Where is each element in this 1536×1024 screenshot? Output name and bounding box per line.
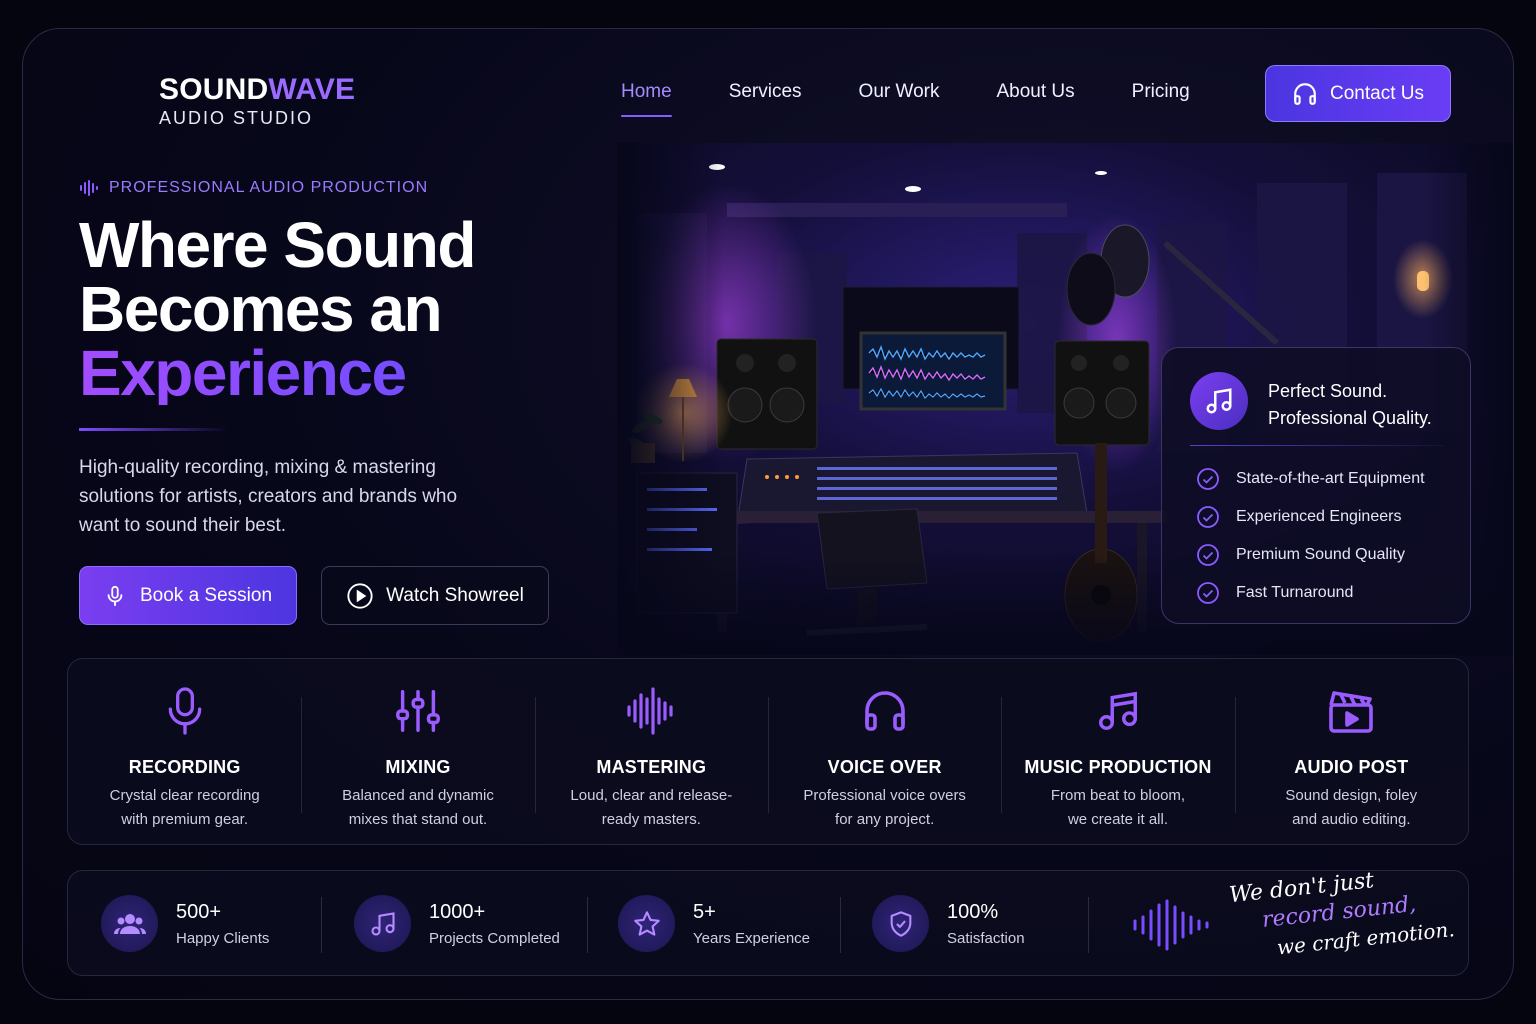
star-icon xyxy=(618,895,675,952)
nav-home[interactable]: Home xyxy=(621,81,672,117)
soundwave-logo-icon xyxy=(71,65,139,137)
service-music-production[interactable]: MUSIC PRODUCTION From beat to bloom, we c… xyxy=(1001,659,1234,844)
stat-years: 5+ Years Experience xyxy=(618,895,810,952)
nav-pricing[interactable]: Pricing xyxy=(1132,81,1190,117)
feature-item: Experienced Engineers xyxy=(1196,498,1425,536)
main-nav: Home Services Our Work About Us Pricing xyxy=(621,81,1247,117)
check-circle-icon xyxy=(1197,506,1219,528)
tagline: We don't just record sound, we craft emo… xyxy=(1222,859,1456,966)
stat-value: 500+ xyxy=(176,900,222,923)
services-panel: RECORDING Crystal clear recording with pr… xyxy=(67,658,1469,845)
sliders-icon xyxy=(301,685,534,737)
stat-divider xyxy=(1088,897,1089,953)
hero-headline: Where Sound Becomes an Experience xyxy=(79,209,476,405)
stat-label: Years Experience xyxy=(693,929,811,947)
eyebrow-text: PROFESSIONAL AUDIO PRODUCTION xyxy=(109,179,429,196)
stat-label: Satisfaction xyxy=(947,929,1025,947)
microphone-icon xyxy=(68,685,301,737)
service-mixing[interactable]: MIXING Balanced and dynamic mixes that st… xyxy=(301,659,534,844)
feature-label: Fast Turnaround xyxy=(1236,584,1354,601)
nav-about-us[interactable]: About Us xyxy=(996,81,1074,117)
brand-logo[interactable]: SOUNDWAVE AUDIO STUDIO xyxy=(69,65,355,137)
nav-our-work[interactable]: Our Work xyxy=(859,81,940,117)
waveform-icon xyxy=(535,685,768,737)
nav-services[interactable]: Services xyxy=(729,81,802,117)
contact-button[interactable]: Contact Us xyxy=(1265,65,1451,122)
stats-bar: 500+ Happy Clients 1000+ Projects Complete… xyxy=(67,868,1469,976)
contact-label: Contact Us xyxy=(1330,82,1424,104)
service-desc: Balanced and dynamic mixes that stand out… xyxy=(342,787,494,828)
page-frame: SOUNDWAVE AUDIO STUDIO Home Services Our… xyxy=(22,28,1514,1000)
stat-value: 5+ xyxy=(693,900,716,923)
card-title: Perfect Sound. Professional Quality. xyxy=(1268,378,1432,432)
waveform-icon xyxy=(80,180,98,196)
stat-label: Happy Clients xyxy=(176,929,270,947)
headline-accent: Experience xyxy=(79,341,475,405)
brand-name: SOUNDWAVE xyxy=(159,72,356,106)
card-title-line-2: Professional Quality. xyxy=(1268,408,1432,428)
music-note-icon xyxy=(1001,685,1234,737)
feature-list: State-of-the-art Equipment Experienced E… xyxy=(1196,460,1425,612)
hero-eyebrow: PROFESSIONAL AUDIO PRODUCTION xyxy=(79,179,428,197)
stat-divider xyxy=(321,897,322,953)
waveform-icon xyxy=(1133,899,1209,951)
shield-check-icon xyxy=(872,895,929,952)
check-circle-icon xyxy=(1197,544,1219,566)
check-circle-icon xyxy=(1197,582,1219,604)
service-voice-over[interactable]: VOICE OVER Professional voice overs for a… xyxy=(767,659,1001,844)
book-session-button[interactable]: Book a Session xyxy=(79,566,297,625)
service-mastering[interactable]: MASTERING Loud, clear and release-ready … xyxy=(534,659,768,844)
service-desc: Loud, clear and release-ready masters. xyxy=(570,787,733,828)
service-desc: From beat to bloom, we create it all. xyxy=(1050,787,1186,828)
stat-label: Projects Completed xyxy=(429,929,560,947)
stat-divider xyxy=(587,897,588,953)
book-session-label: Book a Session xyxy=(139,584,273,606)
microphone-icon xyxy=(107,585,123,606)
service-desc: Crystal clear recording with premium gear… xyxy=(109,787,260,828)
headphones-icon xyxy=(1294,82,1316,105)
card-title-line-1: Perfect Sound. xyxy=(1268,381,1388,401)
watch-showreel-button[interactable]: Watch Showreel xyxy=(321,566,549,625)
service-title: MUSIC PRODUCTION xyxy=(1024,757,1212,777)
users-icon xyxy=(101,895,158,952)
headline-underline xyxy=(79,428,229,431)
service-title: VOICE OVER xyxy=(827,757,942,777)
service-audio-post[interactable]: AUDIO POST Sound design, foley and audio … xyxy=(1234,659,1468,844)
service-title: MASTERING xyxy=(596,757,707,777)
stat-value: 1000+ xyxy=(429,900,486,923)
play-circle-icon xyxy=(347,582,373,609)
service-desc: Professional voice overs for any project. xyxy=(803,787,966,828)
stat-projects: 1000+ Projects Completed xyxy=(354,895,560,952)
stat-value: 100% xyxy=(947,900,999,923)
feature-label: State-of-the-art Equipment xyxy=(1236,470,1425,487)
music-note-icon xyxy=(1190,372,1248,430)
service-title: RECORDING xyxy=(128,757,241,777)
feature-item: Premium Sound Quality xyxy=(1196,536,1425,574)
music-note-icon xyxy=(354,895,411,952)
hero-description: High-quality recording, mixing & masteri… xyxy=(79,457,458,536)
stat-divider xyxy=(840,897,841,953)
stat-satisfaction: 100% Satisfaction xyxy=(872,895,1025,952)
feature-label: Premium Sound Quality xyxy=(1236,546,1405,563)
service-title: AUDIO POST xyxy=(1294,757,1409,777)
feature-item: State-of-the-art Equipment xyxy=(1196,460,1425,498)
card-divider xyxy=(1190,445,1444,446)
headline-line-1: Where Sound xyxy=(79,209,476,281)
headphones-icon xyxy=(768,685,1001,737)
feature-label: Experienced Engineers xyxy=(1236,508,1402,525)
headline-line-2: Becomes an xyxy=(79,273,443,345)
check-circle-icon xyxy=(1197,468,1219,490)
clapperboard-icon xyxy=(1235,685,1468,737)
service-title: MIXING xyxy=(385,757,451,777)
info-card: Perfect Sound. Professional Quality. Sta… xyxy=(1161,347,1471,624)
service-desc: Sound design, foley and audio editing. xyxy=(1285,787,1418,828)
service-recording[interactable]: RECORDING Crystal clear recording with pr… xyxy=(68,659,301,844)
watch-showreel-label: Watch Showreel xyxy=(386,584,524,606)
brand-subtitle: AUDIO STUDIO xyxy=(159,107,314,128)
feature-item: Fast Turnaround xyxy=(1196,574,1425,612)
stat-happy-clients: 500+ Happy Clients xyxy=(101,895,269,952)
